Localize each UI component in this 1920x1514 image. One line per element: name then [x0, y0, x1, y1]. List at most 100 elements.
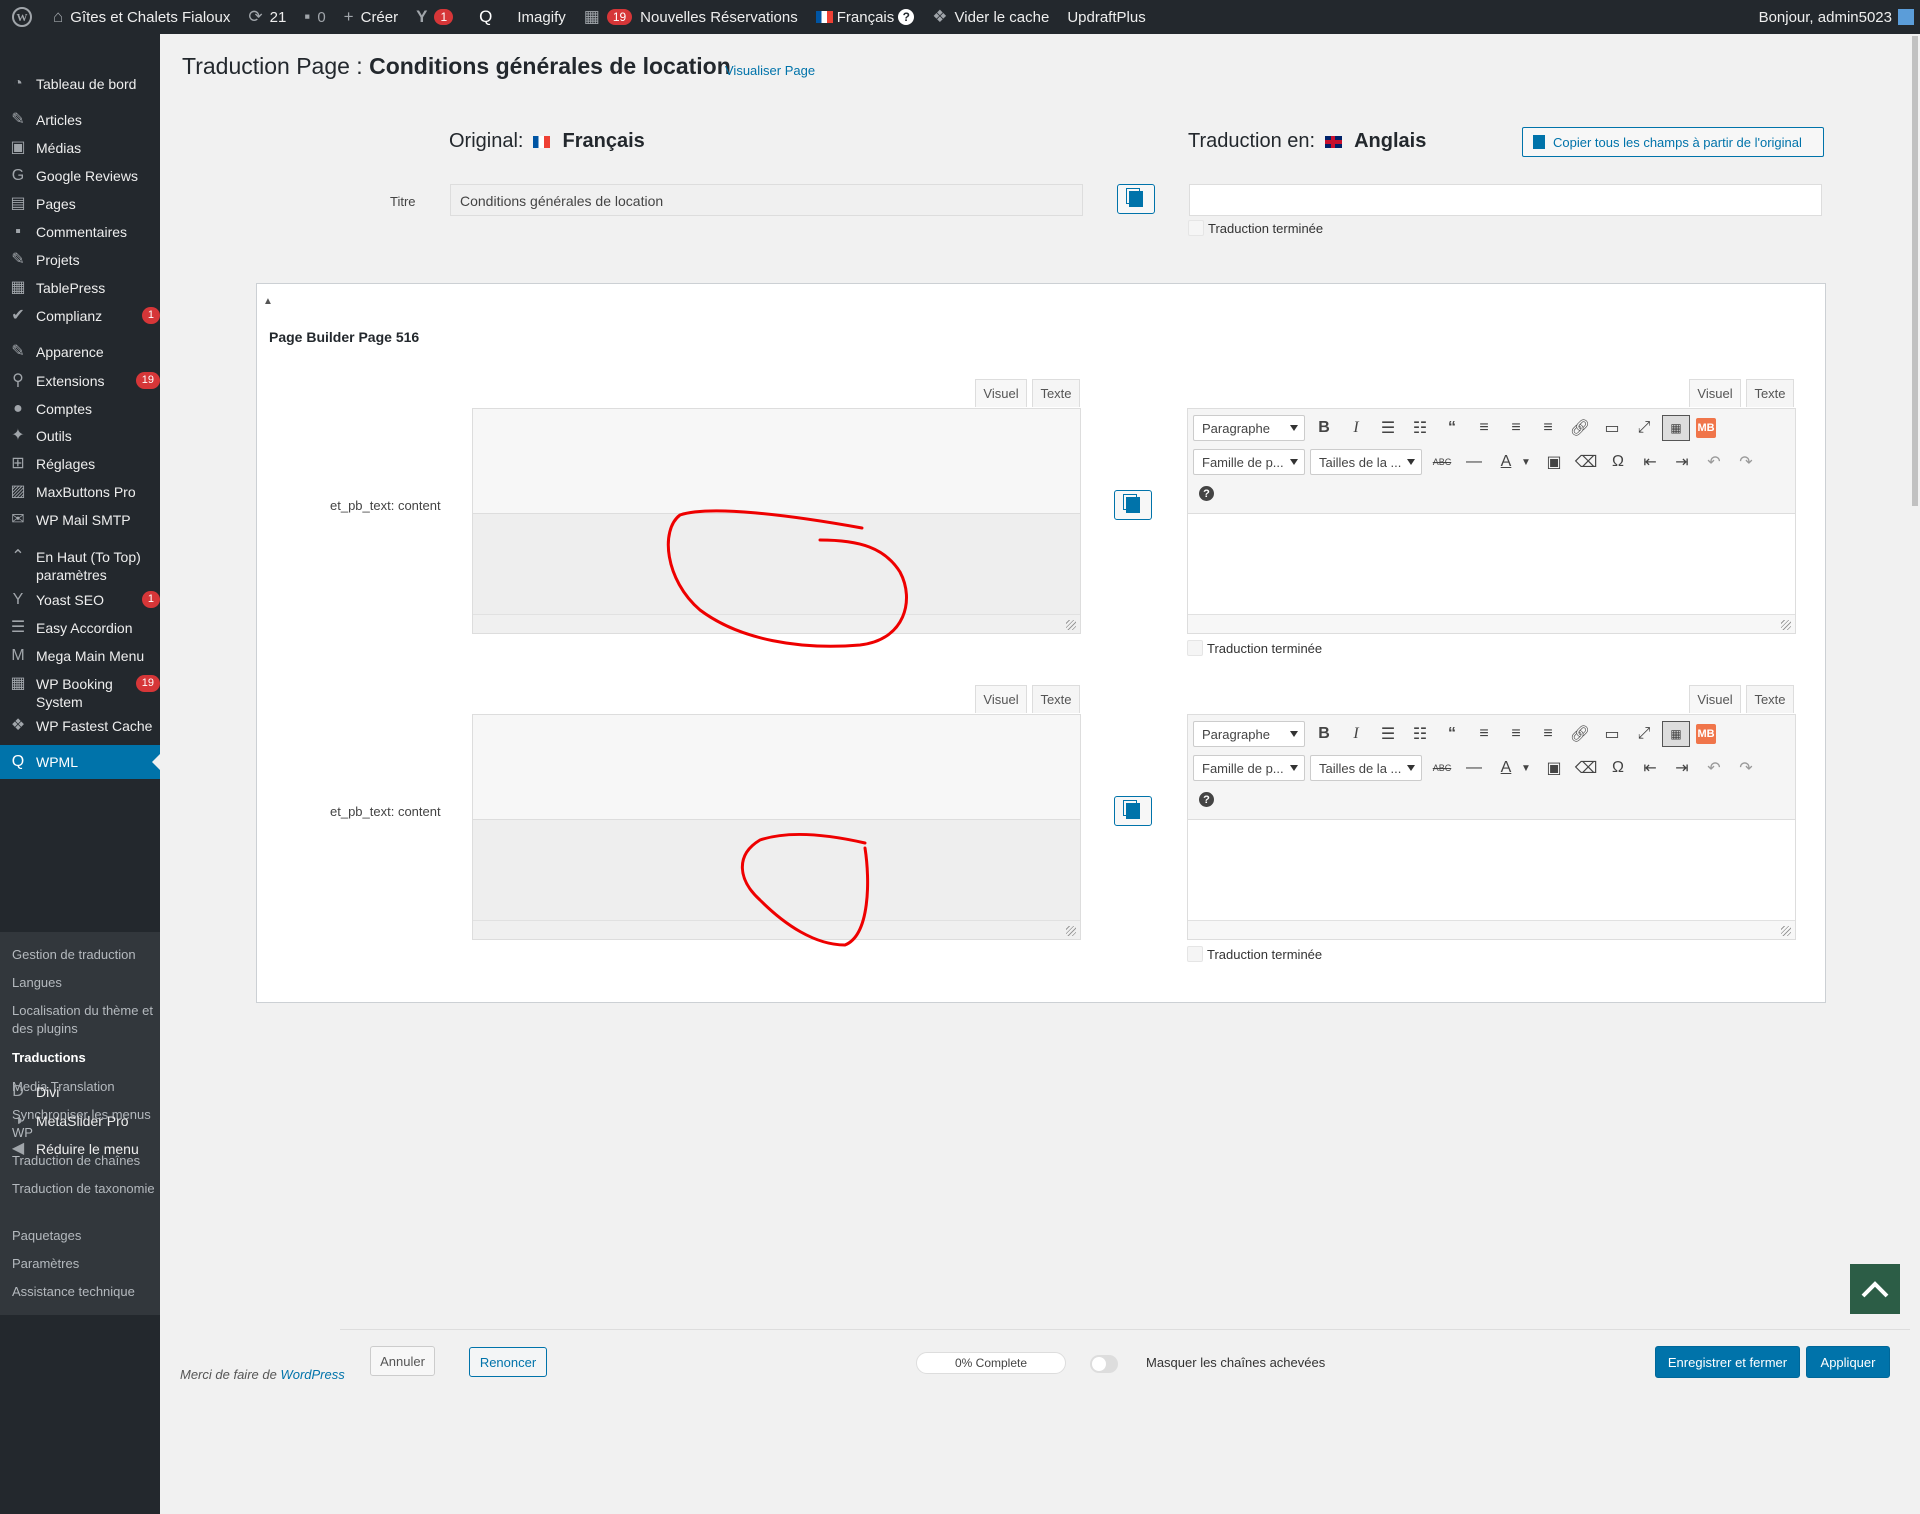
strikethrough-icon[interactable]: ABC: [1428, 755, 1456, 781]
align-right-icon[interactable]: ≡: [1534, 721, 1562, 747]
maxbuttons-icon[interactable]: MB: [1696, 724, 1716, 744]
hide-completed-toggle[interactable]: [1090, 1355, 1118, 1373]
redo-icon[interactable]: ↷: [1732, 449, 1760, 475]
redo-icon[interactable]: ↷: [1732, 755, 1760, 781]
indent-icon[interactable]: ⇥: [1668, 449, 1696, 475]
save-and-close-button[interactable]: Enregistrer et fermer: [1655, 1346, 1800, 1378]
updates-link[interactable]: ⟳ 21: [239, 0, 295, 34]
submenu-item-translation-management[interactable]: Gestion de traduction: [12, 946, 156, 964]
font-size-select[interactable]: Tailles de la ...: [1310, 755, 1422, 781]
title-translation-done[interactable]: Traduction terminée: [1188, 220, 1323, 236]
copy-all-fields-button[interactable]: Copier tous les champs à partir de l'ori…: [1522, 127, 1824, 157]
undo-icon[interactable]: ↶: [1700, 755, 1728, 781]
copy-title-button[interactable]: [1117, 184, 1155, 214]
special-character-icon[interactable]: Ω: [1604, 755, 1632, 781]
indent-icon[interactable]: ⇥: [1668, 755, 1696, 781]
sidebar-item-yoast-seo[interactable]: Y Yoast SEO 1: [0, 591, 160, 609]
page-scrollbar[interactable]: [1910, 34, 1920, 1514]
sidebar-item-comptes[interactable]: ● Comptes: [0, 400, 160, 418]
wpml-adminbar-link[interactable]: Q: [470, 0, 508, 34]
keyboard-icon[interactable]: ▦: [1662, 415, 1690, 441]
sidebar-item-en-haut-to-top-param-tres[interactable]: ⌃ En Haut (To Top) paramètres: [0, 548, 160, 584]
numbered-list-icon[interactable]: ☷: [1406, 415, 1434, 441]
translation-text-area[interactable]: [1188, 820, 1795, 920]
sidebar-item-complianz[interactable]: ✔ Complianz 1: [0, 307, 160, 325]
tab-text[interactable]: Texte: [1032, 379, 1080, 407]
submenu-item-packages[interactable]: Paquetages: [12, 1227, 156, 1245]
sidebar-item-r-duire-le-menu[interactable]: ◀ Réduire le menu: [0, 1140, 160, 1158]
translation-text-area[interactable]: [1188, 514, 1795, 614]
sidebar-item-wp-fastest-cache[interactable]: ❖ WP Fastest Cache: [0, 717, 160, 735]
sidebar-item-divi[interactable]: D Divi: [0, 1083, 160, 1101]
scrollbar-thumb[interactable]: [1912, 36, 1918, 506]
cancel-button[interactable]: Annuler: [370, 1346, 435, 1376]
align-center-icon[interactable]: ≡: [1502, 415, 1530, 441]
align-right-icon[interactable]: ≡: [1534, 415, 1562, 441]
align-center-icon[interactable]: ≡: [1502, 721, 1530, 747]
sidebar-item-maxbuttons-pro[interactable]: ▨ MaxButtons Pro: [0, 483, 160, 501]
submenu-item-taxonomy-translation[interactable]: Traduction de taxonomie: [12, 1180, 156, 1198]
blockquote-icon[interactable]: “: [1438, 721, 1466, 747]
imagify-link[interactable]: Imagify: [508, 0, 574, 34]
translation-done-checkbox[interactable]: [1187, 946, 1203, 962]
bold-icon[interactable]: B: [1310, 415, 1338, 441]
submenu-item-support[interactable]: Assistance technique: [12, 1283, 156, 1301]
tab-visual[interactable]: Visuel: [1689, 379, 1741, 407]
fullscreen-icon[interactable]: ⤢: [1630, 721, 1658, 747]
sidebar-item-projets[interactable]: ✎ Projets: [0, 251, 160, 269]
font-family-select[interactable]: Famille de p...: [1193, 755, 1305, 781]
link-icon[interactable]: 🔗︎: [1566, 415, 1594, 441]
submenu-item-theme-localization[interactable]: Localisation du thème et des plugins: [12, 1002, 156, 1038]
bold-icon[interactable]: B: [1310, 721, 1338, 747]
translation-done-checkbox[interactable]: [1187, 640, 1203, 656]
view-page-link[interactable]: Visualiser Page: [725, 63, 815, 78]
sidebar-item-wpml[interactable]: Q WPML: [0, 745, 160, 779]
outdent-icon[interactable]: ⇤: [1636, 449, 1664, 475]
sidebar-item-mega-main-menu[interactable]: M Mega Main Menu: [0, 647, 160, 665]
sidebar-item-outils[interactable]: ✦ Outils: [0, 427, 160, 445]
maxbuttons-icon[interactable]: MB: [1696, 418, 1716, 438]
sidebar-item-google-reviews[interactable]: G Google Reviews: [0, 167, 160, 185]
wordpress-logo-icon[interactable]: W: [0, 0, 44, 34]
clear-formatting-icon[interactable]: ⌫: [1572, 449, 1600, 475]
language-switcher[interactable]: Français ?: [807, 0, 924, 34]
sidebar-item-extensions[interactable]: ⚲ Extensions 19: [0, 372, 160, 390]
sidebar-item-tableau-de-bord[interactable]: ◔ Tableau de bord: [0, 75, 160, 93]
sidebar-item-easy-accordion[interactable]: ☰ Easy Accordion: [0, 619, 160, 637]
translation-done-checkbox[interactable]: [1188, 220, 1204, 236]
special-character-icon[interactable]: Ω: [1604, 449, 1632, 475]
apply-button[interactable]: Appliquer: [1806, 1346, 1890, 1378]
comments-link[interactable]: ▪ 0: [295, 0, 334, 34]
copy-field-button[interactable]: [1114, 796, 1152, 826]
updraftplus-link[interactable]: UpdraftPlus: [1058, 0, 1154, 34]
clear-cache-link[interactable]: ❖ Vider le cache: [923, 0, 1058, 34]
numbered-list-icon[interactable]: ☷: [1406, 721, 1434, 747]
blockquote-icon[interactable]: “: [1438, 415, 1466, 441]
copy-field-button[interactable]: [1114, 490, 1152, 520]
keyboard-icon[interactable]: ▦: [1662, 721, 1690, 747]
read-more-icon[interactable]: ▭: [1598, 415, 1626, 441]
wordpress-link[interactable]: WordPress: [280, 1367, 344, 1382]
sidebar-item-wp-mail-smtp[interactable]: ✉ WP Mail SMTP: [0, 511, 160, 529]
read-more-icon[interactable]: ▭: [1598, 721, 1626, 747]
horizontal-line-icon[interactable]: —: [1460, 449, 1488, 475]
help-icon[interactable]: ?: [1199, 792, 1214, 807]
bullet-list-icon[interactable]: ☰: [1374, 721, 1402, 747]
help-icon[interactable]: ?: [1199, 486, 1214, 501]
font-size-select[interactable]: Tailles de la ...: [1310, 449, 1422, 475]
scroll-to-top-button[interactable]: [1850, 1264, 1900, 1314]
sidebar-item-pages[interactable]: ▤ Pages: [0, 195, 160, 213]
chevron-down-icon[interactable]: ▼: [1512, 755, 1540, 781]
paste-text-icon[interactable]: ▣: [1540, 449, 1568, 475]
strikethrough-icon[interactable]: ABC: [1428, 449, 1456, 475]
title-translation-input[interactable]: [1189, 184, 1822, 216]
sidebar-item-m-dias[interactable]: ▣ Médias: [0, 139, 160, 157]
align-left-icon[interactable]: ≡: [1470, 415, 1498, 441]
sidebar-item-articles[interactable]: ✎ Articles: [0, 111, 160, 129]
horizontal-line-icon[interactable]: —: [1460, 755, 1488, 781]
sidebar-item-wp-booking-system[interactable]: ▦ WP Booking System 19: [0, 675, 160, 711]
italic-icon[interactable]: I: [1342, 721, 1370, 747]
site-name-link[interactable]: ⌂ Gîtes et Chalets Fialoux: [44, 0, 239, 34]
tab-text[interactable]: Texte: [1746, 379, 1794, 407]
format-select[interactable]: Paragraphe: [1193, 721, 1305, 747]
